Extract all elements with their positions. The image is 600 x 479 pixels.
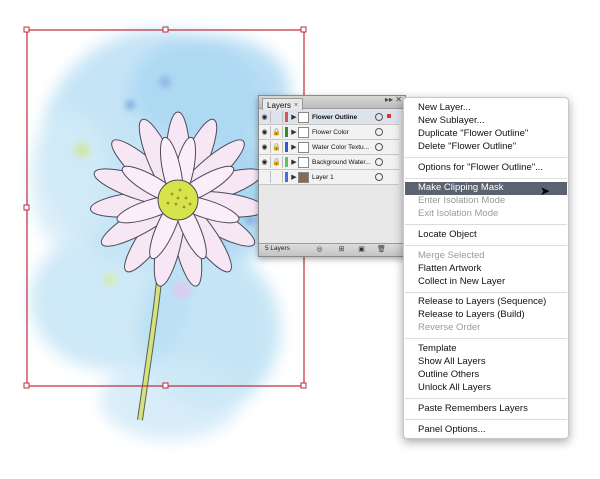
- menu-item-new-sublayer[interactable]: New Sublayer...: [418, 115, 485, 126]
- layers-panel-flyout-menu: New Layer... New Sublayer... Duplicate "…: [403, 97, 569, 439]
- selection-indicator[interactable]: [387, 114, 391, 118]
- layers-list: ◉ ▶ Flower Outline ◉ 🔒 ▶ Flower Color ◉ …: [259, 110, 399, 185]
- menu-separator: [405, 178, 567, 179]
- menu-item-show-all-layers[interactable]: Show All Layers: [418, 356, 486, 367]
- lock-icon[interactable]: 🔒: [271, 156, 283, 168]
- menu-item-enter-isolation-mode: Enter Isolation Mode: [418, 195, 506, 206]
- layer-name[interactable]: Layer 1: [312, 174, 374, 181]
- layer-thumbnail: [298, 156, 309, 168]
- menu-item-merge-selected: Merge Selected: [418, 250, 485, 261]
- layer-row-flower-outline[interactable]: ◉ ▶ Flower Outline: [259, 110, 399, 125]
- make-clipping-mask-icon[interactable]: ◎: [315, 245, 324, 254]
- menu-item-locate-object[interactable]: Locate Object: [418, 229, 477, 240]
- triangle-right-icon[interactable]: ▶: [290, 143, 298, 151]
- panel-footer: 5 Layers ◎ ⊞ ▣ 🗑: [259, 243, 405, 256]
- layer-name[interactable]: Flower Outline: [312, 114, 374, 121]
- layer-thumbnail: [298, 111, 309, 123]
- flower-center: [157, 179, 199, 221]
- menu-separator: [405, 338, 567, 339]
- layer-row-water-color-texture[interactable]: ◉ 🔒 ▶ Water Color Textu...: [259, 140, 399, 155]
- layer-color-swatch: [285, 157, 288, 167]
- menu-separator: [405, 157, 567, 158]
- menu-separator: [405, 245, 567, 246]
- menu-item-make-clipping-mask[interactable]: Make Clipping Mask: [418, 182, 504, 193]
- menu-item-template[interactable]: Template: [418, 343, 457, 354]
- target-circle-icon[interactable]: [375, 128, 383, 136]
- layer-color-swatch: [285, 127, 288, 137]
- arrow-cursor-icon: ➤: [540, 184, 551, 198]
- layer-row-background-water[interactable]: ◉ 🔒 ▶ Background Water...: [259, 155, 399, 170]
- trash-icon[interactable]: 🗑: [377, 245, 386, 254]
- layer-name[interactable]: Flower Color: [312, 129, 374, 136]
- layers-panel: ▸▸ ✕ Layers × ≡ ◉ ▶ Flower Outline ◉ 🔒 ▶…: [258, 95, 406, 257]
- menu-item-flatten-artwork[interactable]: Flatten Artwork: [418, 263, 481, 274]
- triangle-right-icon[interactable]: ▶: [290, 128, 298, 136]
- lock-toggle[interactable]: [271, 111, 283, 123]
- target-circle-icon[interactable]: [375, 143, 383, 151]
- triangle-right-icon[interactable]: ▶: [290, 113, 298, 121]
- layer-row-layer-1[interactable]: ▶ Layer 1: [259, 170, 399, 185]
- eye-icon[interactable]: ◉: [259, 126, 271, 138]
- target-circle-icon[interactable]: [375, 158, 383, 166]
- lock-icon[interactable]: 🔒: [271, 141, 283, 153]
- eye-icon[interactable]: ◉: [259, 111, 271, 123]
- menu-item-release-build[interactable]: Release to Layers (Build): [418, 309, 525, 320]
- layer-color-swatch: [285, 142, 288, 152]
- menu-item-reverse-order: Reverse Order: [418, 322, 481, 333]
- layer-thumbnail: [298, 141, 309, 153]
- menu-separator: [405, 419, 567, 420]
- layer-row-flower-color[interactable]: ◉ 🔒 ▶ Flower Color: [259, 125, 399, 140]
- menu-item-collect-in-new-layer[interactable]: Collect in New Layer: [418, 276, 505, 287]
- menu-item-panel-options[interactable]: Panel Options...: [418, 424, 486, 435]
- lock-toggle[interactable]: [271, 171, 283, 183]
- collapse-icon[interactable]: ▸▸: [385, 95, 393, 104]
- menu-item-unlock-all-layers[interactable]: Unlock All Layers: [418, 382, 491, 393]
- menu-separator: [405, 398, 567, 399]
- layer-color-swatch: [285, 112, 288, 122]
- layer-name[interactable]: Background Water...: [312, 159, 374, 166]
- menu-item-duplicate[interactable]: Duplicate "Flower Outline": [418, 128, 528, 139]
- triangle-right-icon[interactable]: ▶: [290, 158, 298, 166]
- eye-icon[interactable]: ◉: [259, 156, 271, 168]
- eye-icon[interactable]: ◉: [259, 141, 271, 153]
- triangle-right-icon[interactable]: ▶: [290, 173, 298, 181]
- menu-separator: [405, 292, 567, 293]
- menu-item-paste-remembers-layers[interactable]: Paste Remembers Layers: [418, 403, 528, 414]
- tab-close-icon[interactable]: ×: [294, 100, 298, 111]
- tab-layers-label: Layers: [267, 100, 292, 110]
- target-circle-icon[interactable]: [375, 113, 383, 121]
- menu-item-outline-others[interactable]: Outline Others: [418, 369, 479, 380]
- menu-item-exit-isolation-mode: Exit Isolation Mode: [418, 208, 499, 219]
- layer-name[interactable]: Water Color Textu...: [312, 144, 374, 151]
- layer-thumbnail: [298, 171, 309, 183]
- create-sublayer-icon[interactable]: ⊞: [337, 245, 346, 254]
- layer-thumbnail: [298, 126, 309, 138]
- menu-item-options[interactable]: Options for "Flower Outline"...: [418, 162, 543, 173]
- create-layer-icon[interactable]: ▣: [357, 245, 366, 254]
- menu-item-new-layer[interactable]: New Layer...: [418, 102, 471, 113]
- close-icon[interactable]: ✕: [395, 95, 402, 104]
- visibility-toggle[interactable]: [259, 171, 271, 183]
- target-circle-icon[interactable]: [375, 173, 383, 181]
- layer-count: 5 Layers: [265, 245, 290, 252]
- menu-separator: [405, 224, 567, 225]
- layer-color-swatch: [285, 172, 288, 182]
- menu-item-delete[interactable]: Delete "Flower Outline": [418, 141, 516, 152]
- menu-item-release-sequence[interactable]: Release to Layers (Sequence): [418, 296, 546, 307]
- lock-icon[interactable]: 🔒: [271, 126, 283, 138]
